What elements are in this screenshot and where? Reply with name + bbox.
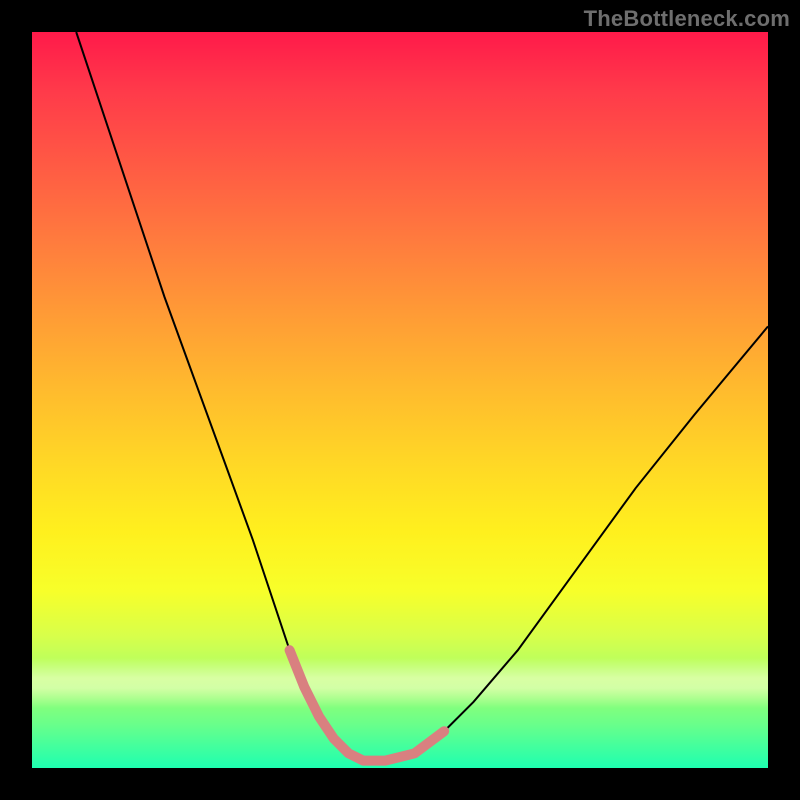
chart-canvas: TheBottleneck.com (0, 0, 800, 800)
bottleneck-curve (76, 32, 768, 761)
watermark-text: TheBottleneck.com (584, 6, 790, 32)
highlight-valley (290, 650, 445, 760)
curve-svg (32, 32, 768, 768)
plot-area (32, 32, 768, 768)
